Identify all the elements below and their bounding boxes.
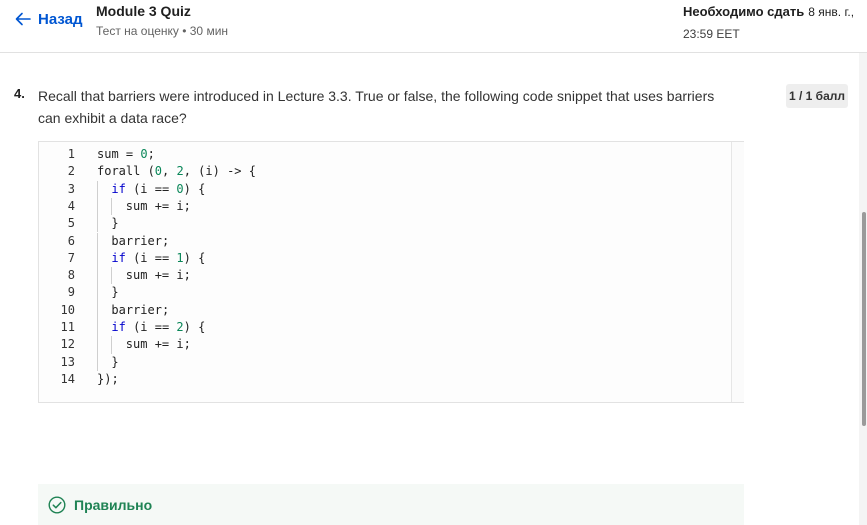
points-badge: 1 / 1 балл: [786, 84, 848, 108]
code-text: }: [111, 216, 119, 231]
back-label: Назад: [38, 10, 83, 28]
code-text: if (i == 0) {: [111, 181, 206, 196]
result-banner: Правильно: [38, 484, 744, 525]
result-label: Правильно: [74, 496, 153, 513]
line-number: 6: [67, 233, 75, 248]
code-scrollbar[interactable]: [731, 142, 744, 402]
due-label: Необходимо сдать: [683, 4, 805, 19]
line-number: 5: [67, 216, 75, 231]
line-number: 3: [67, 181, 75, 196]
indent-guide: [97, 336, 111, 354]
quiz-title-block: Module 3 Quiz Тест на оценку • 30 мин: [96, 3, 228, 38]
code-text: }: [111, 354, 119, 369]
code-text: forall (0, 2, (i) -> {: [97, 164, 256, 179]
code-text: sum += i;: [125, 198, 191, 213]
code-snippet: 1 sum = 0; 2 forall (0, 2, (i) -> { 3 if (i =…: [38, 141, 744, 403]
due-date: 8 янв. г.,: [808, 5, 855, 19]
quiz-subtitle: Тест на оценку • 30 мин: [96, 24, 229, 38]
code-line: 2 forall (0, 2, (i) -> {: [39, 163, 729, 180]
quiz-header: Назад Module 3 Quiz Тест на оценку • 30 …: [0, 0, 867, 53]
indent-guide: [111, 336, 125, 354]
question-number: 4.: [14, 86, 25, 101]
code-line: 8 sum += i;: [39, 267, 729, 285]
line-number: 4: [67, 198, 75, 213]
code-line: 7 if (i == 1) {: [39, 249, 729, 268]
indent-guide: [97, 215, 111, 233]
line-number: 10: [60, 302, 75, 317]
code-text: });: [97, 371, 119, 386]
indent-guide: [97, 353, 111, 371]
indent-guide: [97, 267, 111, 285]
line-number: 13: [60, 354, 75, 369]
code-line: 5}: [39, 215, 729, 233]
code-line: 9}: [39, 284, 729, 302]
code-line: 1 sum = 0;: [39, 146, 729, 163]
indent-guide: [97, 249, 111, 268]
code-line: 10 barrier;: [39, 301, 729, 319]
indent-guide: [97, 180, 111, 198]
code-line: 4 sum += i;: [39, 197, 729, 216]
line-number: 1: [67, 147, 75, 161]
code-text: barrier;: [111, 302, 170, 317]
code-text: }: [111, 285, 119, 300]
indent-guide: [97, 197, 111, 216]
code-text: sum = 0;: [97, 147, 155, 161]
code-text: barrier;: [111, 233, 170, 248]
check-circle-icon: [48, 495, 66, 514]
code-text: if (i == 2) {: [111, 320, 206, 334]
code-text: sum += i;: [125, 268, 191, 283]
code-line: 14});: [39, 371, 729, 388]
code-line: 6 barrier;: [39, 232, 729, 250]
indent-guide: [111, 197, 125, 216]
back-button[interactable]: Назад: [14, 8, 82, 30]
indent-guide: [97, 284, 111, 302]
due-info: Необходимо сдать 8 янв. г., 23:59 EET: [683, 3, 867, 41]
code-line: 11 if (i == 2) {: [39, 319, 729, 337]
code-text: if (i == 1) {: [111, 250, 206, 265]
indent-guide: [97, 301, 111, 319]
code-line: 12 sum += i;: [39, 336, 729, 354]
line-number: 12: [60, 337, 75, 352]
code-text: sum += i;: [125, 337, 191, 352]
indent-guide: [111, 267, 125, 285]
line-number: 8: [67, 268, 75, 283]
indent-guide: [97, 319, 111, 337]
code-line: 3 if (i == 0) {: [39, 180, 729, 198]
quiz-title: Module 3 Quiz: [96, 3, 191, 19]
line-number: 2: [67, 164, 75, 179]
due-time: 23:59 EET: [683, 27, 740, 41]
line-number: 14: [60, 371, 75, 386]
page-scroll-thumb[interactable]: [862, 212, 866, 426]
code-line: 13}: [39, 353, 729, 371]
line-number: 7: [67, 250, 75, 265]
line-number: 9: [67, 285, 75, 300]
arrow-left-icon: [15, 12, 31, 26]
line-number: 11: [60, 320, 75, 334]
question-text: Recall that barriers were introduced in …: [38, 88, 715, 126]
indent-guide: [97, 232, 111, 250]
